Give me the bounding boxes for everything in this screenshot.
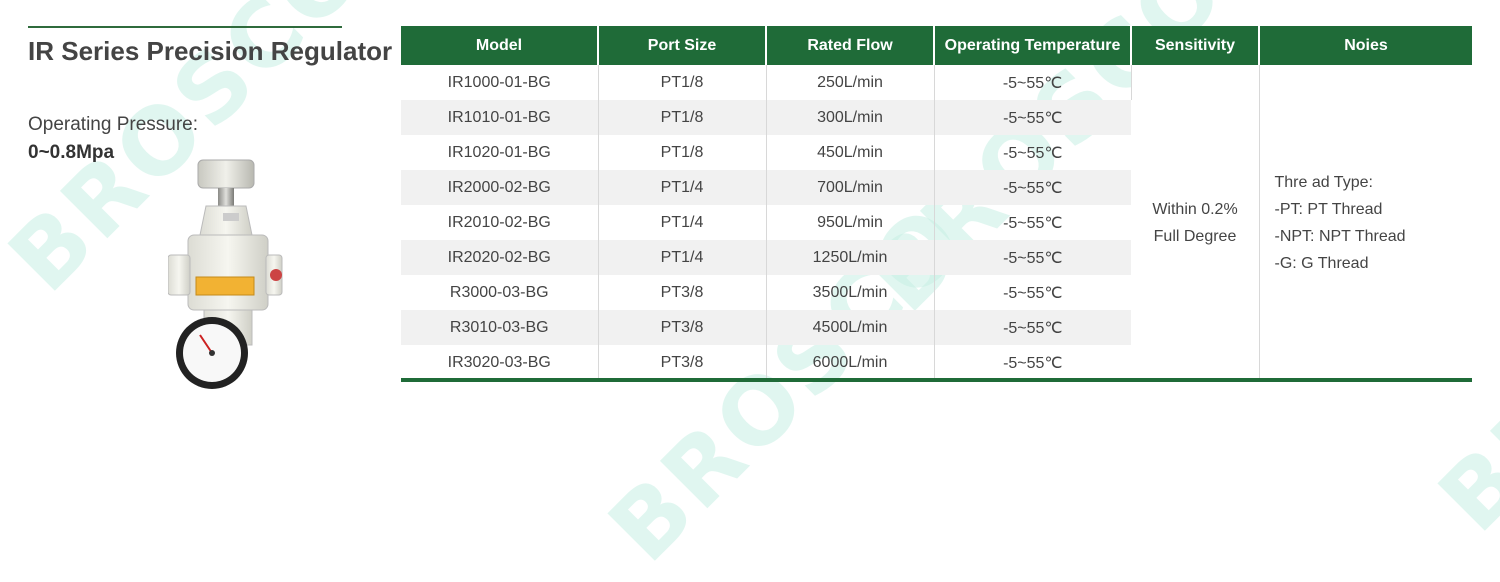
- model-cell: R3010-03-BG: [401, 310, 599, 345]
- column-header-noise: Noies: [1259, 26, 1472, 65]
- rated-flow-cell: 300L/min: [766, 100, 935, 135]
- model-cell: IR1000-01-BG: [401, 65, 599, 100]
- rated-flow-cell: 3500L/min: [766, 275, 935, 310]
- rated-flow-cell: 250L/min: [766, 65, 935, 100]
- column-header-rated-flow: Rated Flow: [766, 26, 935, 65]
- port-size-cell: PT1/8: [598, 100, 767, 135]
- model-cell: IR2020-02-BG: [401, 240, 599, 275]
- table-bottom-rule: [401, 378, 1472, 382]
- sensitivity-line: Full Degree: [1153, 227, 1237, 245]
- product-info-panel: IR Series Precision Regulator Operating …: [28, 0, 392, 410]
- page-title: IR Series Precision Regulator: [28, 36, 393, 66]
- temperature-cell: -5~55℃: [1003, 214, 1063, 232]
- model-cell: IR3020-03-BG: [401, 345, 599, 380]
- thread-type-heading: Thre ad Type:: [1274, 173, 1373, 191]
- spec-table: Model Port Size Rated Flow Operating Tem…: [401, 26, 1472, 380]
- port-size-cell: PT1/4: [598, 240, 767, 275]
- rated-flow-cell: 6000L/min: [766, 345, 935, 380]
- noise-cell: Thre ad Type: -PT: PT Thread -NPT: NPT T…: [1259, 65, 1472, 380]
- temperature-cell: -5~55℃: [934, 100, 1131, 135]
- port-size-cell: PT1/4: [598, 205, 767, 240]
- temperature-cell: -5~55℃: [934, 310, 1131, 345]
- operating-pressure-label: Operating Pressure:: [28, 114, 199, 135]
- temperature-cell: -5~55℃: [1003, 144, 1063, 162]
- rated-flow-cell: 1250L/min: [766, 240, 935, 275]
- port-size-cell: PT1/8: [598, 65, 767, 100]
- rated-flow-cell: 950L/min: [766, 205, 935, 240]
- column-header-model: Model: [401, 26, 599, 65]
- temperature-cell: -5~55℃: [1003, 284, 1063, 302]
- port-size-cell: PT1/4: [598, 170, 767, 205]
- sensitivity-line: Within 0.2%: [1152, 200, 1238, 218]
- regulator-product-image: [168, 159, 283, 389]
- rated-flow-cell: 4500L/min: [766, 310, 935, 345]
- title-divider: [28, 26, 342, 28]
- column-header-operating-temperature: Operating Temperature: [934, 26, 1132, 65]
- temperature-cell: -5~55℃: [934, 65, 1132, 100]
- operating-pressure-value: 0~0.8Mpa: [28, 142, 115, 163]
- port-size-cell: PT1/8: [598, 135, 767, 170]
- model-cell: IR1010-01-BG: [401, 100, 599, 135]
- temperature-cell: -5~55℃: [934, 240, 1131, 275]
- temperature-cell: -5~55℃: [934, 170, 1131, 205]
- rated-flow-cell: 700L/min: [766, 170, 935, 205]
- port-size-cell: PT3/8: [598, 345, 767, 380]
- spec-table-container: Model Port Size Rated Flow Operating Tem…: [401, 26, 1472, 380]
- table-row: IR1000-01-BG PT1/8 250L/min -5~55℃ Withi…: [401, 65, 1472, 380]
- thread-type-item: -PT: PT Thread: [1274, 200, 1383, 218]
- model-cell: IR2000-02-BG: [401, 170, 599, 205]
- table-header-row: Model Port Size Rated Flow Operating Tem…: [401, 26, 1472, 65]
- thread-type-item: -G: G Thread: [1274, 254, 1369, 272]
- rated-flow-cell: 450L/min: [766, 135, 935, 170]
- column-header-port-size: Port Size: [598, 26, 767, 65]
- model-cell: R3000-03-BG: [401, 275, 599, 310]
- model-cell: IR1020-01-BG: [401, 135, 599, 170]
- port-size-cell: PT3/8: [598, 310, 767, 345]
- model-cell: IR2010-02-BG: [401, 205, 599, 240]
- temperature-cell: -5~55℃: [1003, 354, 1063, 372]
- port-size-cell: PT3/8: [598, 275, 767, 310]
- thread-type-item: -NPT: NPT Thread: [1274, 227, 1406, 245]
- column-header-sensitivity: Sensitivity: [1131, 26, 1260, 65]
- sensitivity-cell: Within 0.2% Full Degree: [1131, 65, 1260, 380]
